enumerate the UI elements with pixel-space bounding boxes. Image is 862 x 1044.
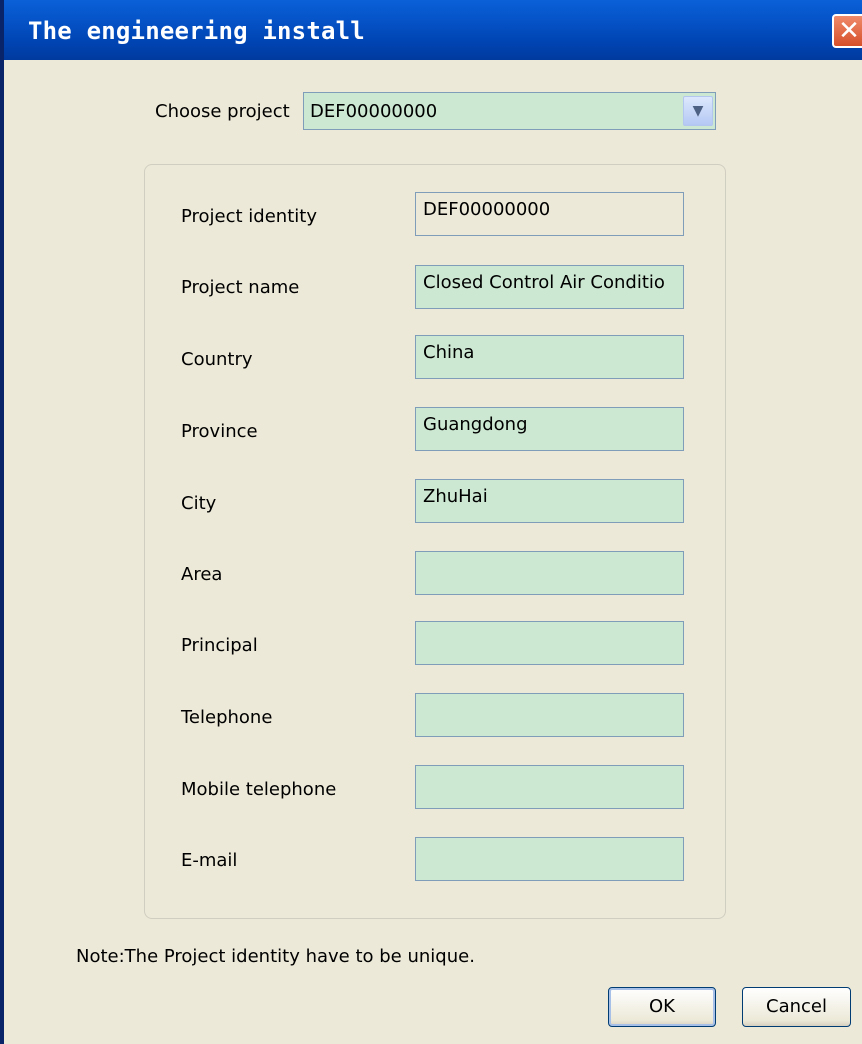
unique-identity-note: Note:The Project identity have to be uni…	[76, 946, 475, 967]
principal-field[interactable]	[415, 621, 684, 665]
city-field[interactable]: ZhuHai	[415, 479, 684, 523]
label-province: Province	[181, 421, 258, 442]
dropdown-button[interactable]: ▼	[683, 96, 713, 126]
title-bar[interactable]: The engineering install ✕	[4, 0, 862, 60]
area-field[interactable]	[415, 551, 684, 595]
chevron-down-icon: ▼	[692, 103, 704, 119]
label-project-name: Project name	[181, 277, 300, 298]
choose-project-value: DEF00000000	[310, 101, 438, 122]
choose-project-select[interactable]: DEF00000000 ▼	[303, 92, 716, 130]
label-area: Area	[181, 564, 223, 585]
close-icon: ✕	[838, 16, 860, 46]
project-identity-field[interactable]: DEF00000000	[415, 192, 684, 236]
cancel-button[interactable]: Cancel	[742, 987, 851, 1027]
email-field[interactable]	[415, 837, 684, 881]
province-field[interactable]: Guangdong	[415, 407, 684, 451]
close-button[interactable]: ✕	[832, 14, 862, 48]
ok-button[interactable]: OK	[608, 987, 716, 1027]
label-country: Country	[181, 349, 253, 370]
label-project-identity: Project identity	[181, 206, 317, 227]
mobile-telephone-field[interactable]	[415, 765, 684, 809]
label-mobile-telephone: Mobile telephone	[181, 779, 337, 800]
project-name-field[interactable]: Closed Control Air Conditio	[415, 265, 684, 309]
label-telephone: Telephone	[181, 707, 273, 728]
label-city: City	[181, 493, 217, 514]
country-field[interactable]: China	[415, 335, 684, 379]
choose-project-label: Choose project	[155, 101, 290, 122]
telephone-field[interactable]	[415, 693, 684, 737]
dialog-window: The engineering install ✕ Choose project…	[0, 0, 862, 1044]
label-email: E-mail	[181, 850, 238, 871]
label-principal: Principal	[181, 635, 258, 656]
window-title: The engineering install	[28, 17, 365, 45]
